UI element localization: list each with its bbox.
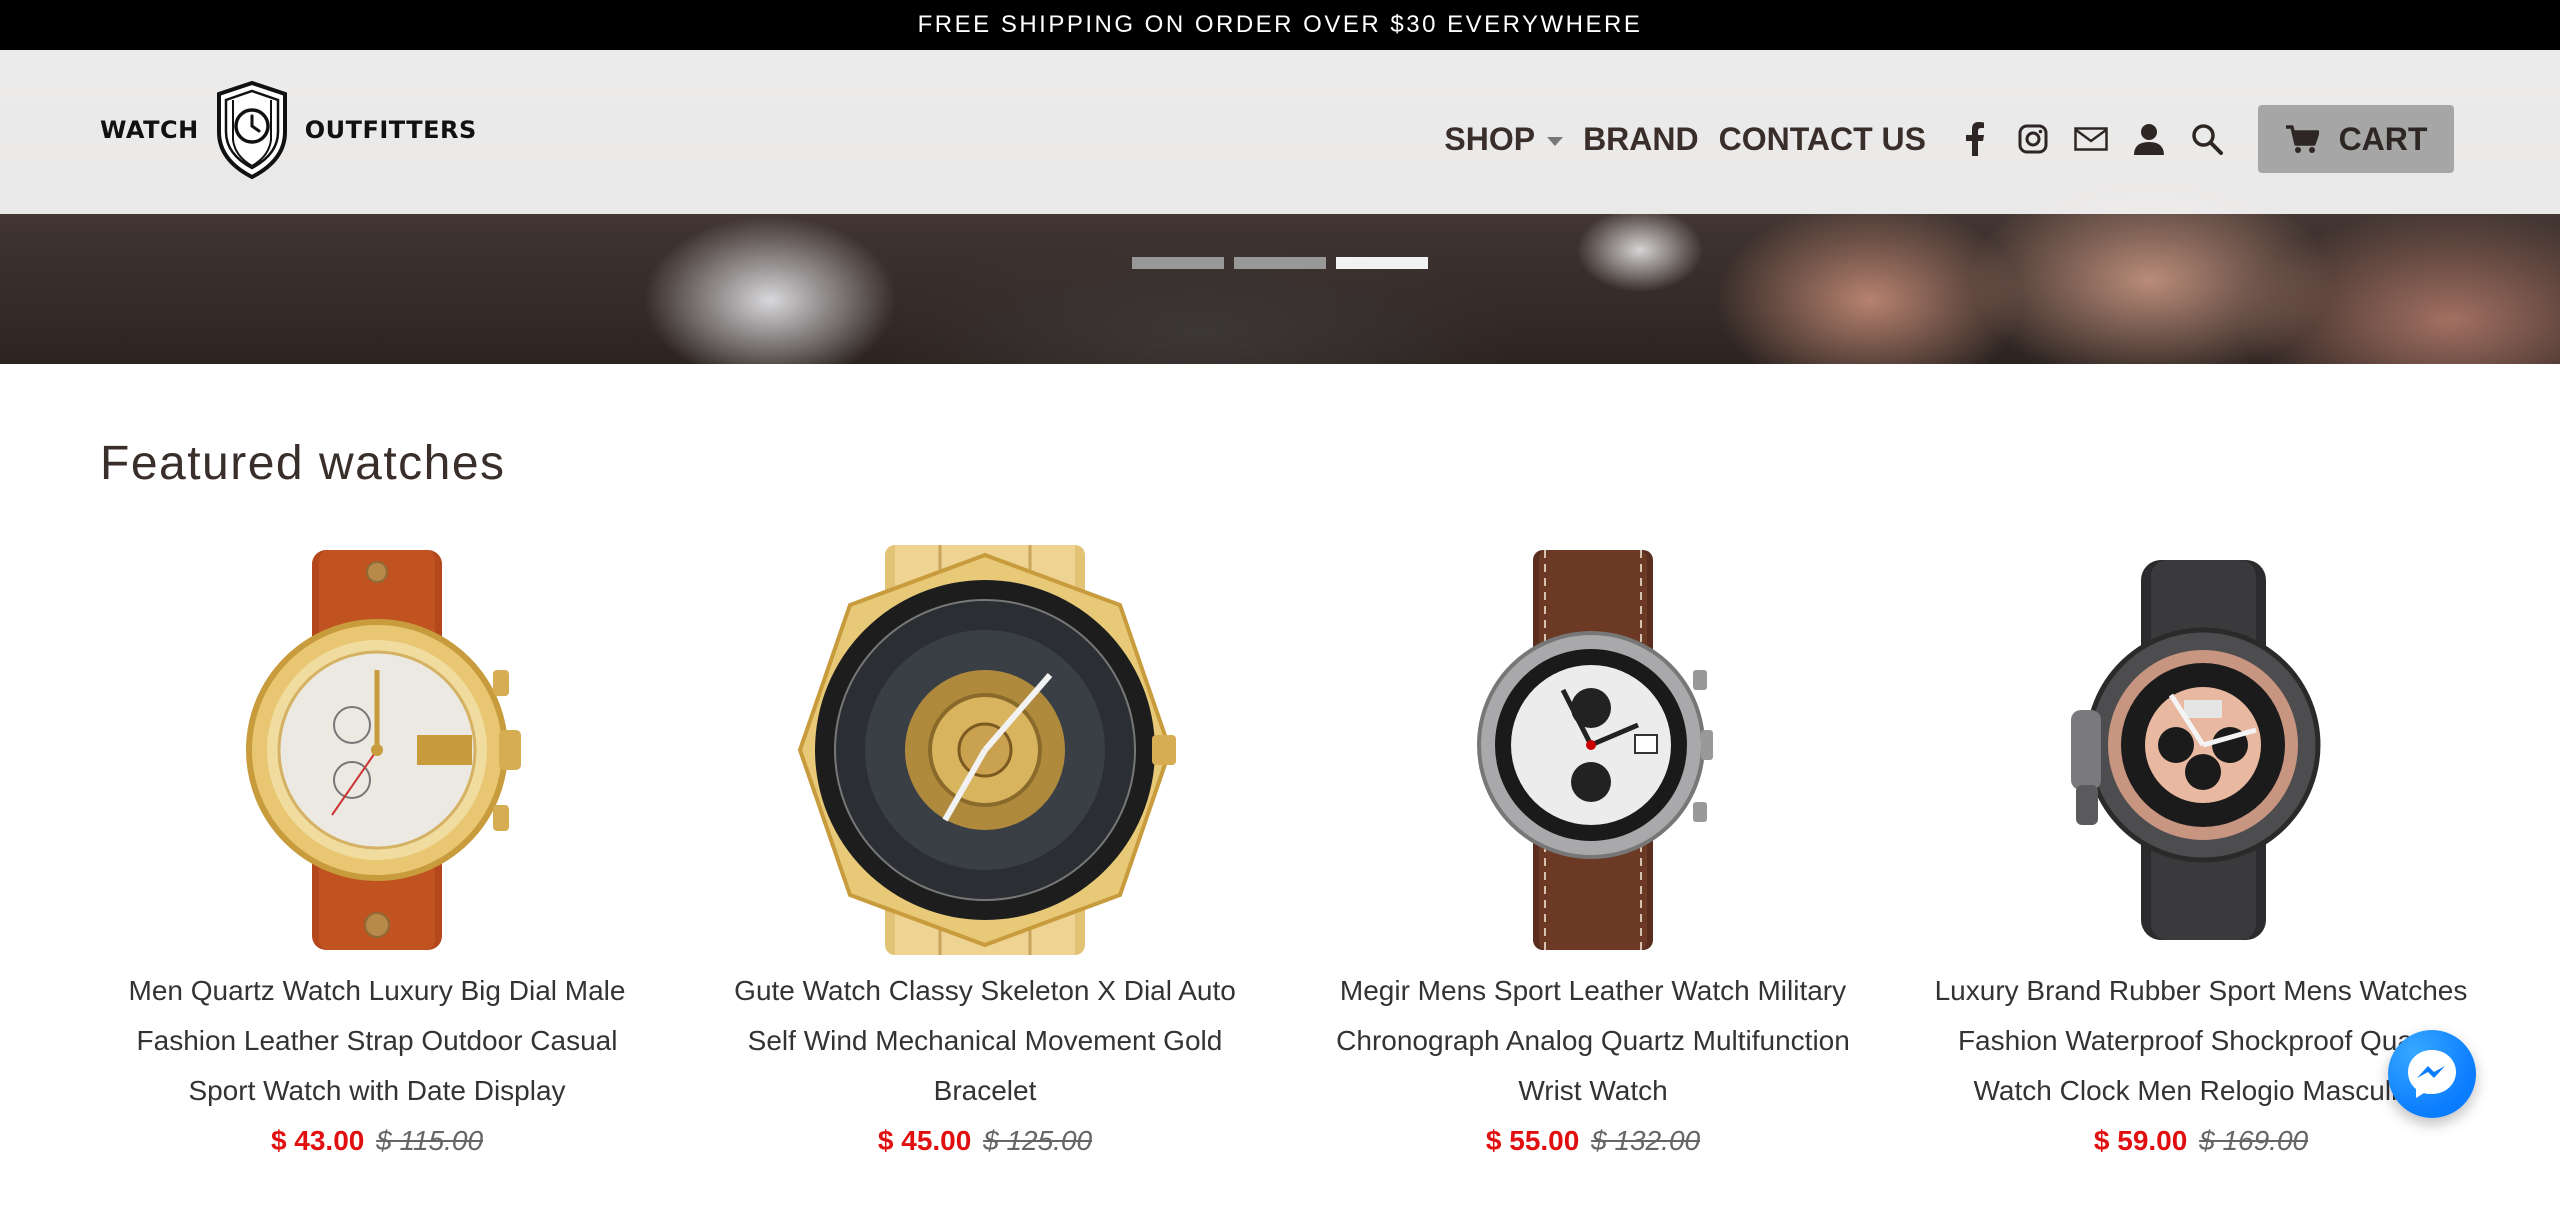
nav-contact[interactable]: CONTACT US <box>1719 121 1926 158</box>
product-image[interactable] <box>1316 540 1870 960</box>
product-price: $ 43.00 $ 115.00 <box>100 1116 654 1166</box>
product-price: $ 55.00 $ 132.00 <box>1316 1116 1870 1166</box>
product-image[interactable] <box>708 540 1262 960</box>
logo-right-text: OUTFITTERS <box>304 116 477 144</box>
nav-shop[interactable]: SHOP <box>1444 120 1564 158</box>
product-card[interactable]: Gute Watch Classy Skeleton X Dial Auto S… <box>708 540 1262 1166</box>
product-image[interactable] <box>1924 540 2478 960</box>
compare-price: $ 115.00 <box>376 1125 484 1156</box>
product-title[interactable]: Men Quartz Watch Luxury Big Dial Male Fa… <box>100 966 654 1116</box>
compare-price: $ 169.00 <box>2199 1125 2309 1156</box>
product-title[interactable]: Megir Mens Sport Leather Watch Military … <box>1316 966 1870 1116</box>
product-title[interactable]: Gute Watch Classy Skeleton X Dial Auto S… <box>708 966 1262 1116</box>
nav-brand[interactable]: BRAND <box>1583 121 1699 158</box>
cart-label: CART <box>2338 120 2428 157</box>
main-nav: SHOP BRAND CONTACT US CART <box>1444 105 2454 173</box>
logo-left-text: WATCH <box>100 116 199 144</box>
sale-price: $ 43.00 <box>270 1125 365 1156</box>
nav-shop-label: SHOP <box>1444 120 1536 157</box>
product-price: $ 45.00 $ 125.00 <box>708 1116 1262 1166</box>
nav-contact-label: CONTACT US <box>1718 120 1926 157</box>
nav-brand-label: BRAND <box>1583 120 1699 157</box>
site-header: WATCH OUTFITTERS SHOP BRAND CONTACT US C… <box>0 50 2560 214</box>
instagram-icon[interactable] <box>2014 120 2052 158</box>
announcement-text: FREE SHIPPING ON ORDER OVER $30 EVERYWHE… <box>917 11 1643 38</box>
product-image[interactable] <box>100 540 654 960</box>
cart-icon <box>2285 125 2319 153</box>
site-logo[interactable]: WATCH OUTFITTERS <box>100 80 477 180</box>
facebook-icon[interactable] <box>1956 120 1994 158</box>
sale-price: $ 45.00 <box>877 1125 972 1156</box>
messenger-chat-button[interactable] <box>2388 1030 2476 1118</box>
sale-price: $ 55.00 <box>1485 1125 1580 1156</box>
compare-price: $ 132.00 <box>1591 1125 1701 1156</box>
sale-price: $ 59.00 <box>2093 1125 2188 1156</box>
compare-price: $ 125.00 <box>983 1125 1093 1156</box>
search-icon[interactable] <box>2188 120 2226 158</box>
account-icon[interactable] <box>2130 120 2168 158</box>
slide-dot[interactable] <box>1234 257 1326 269</box>
announcement-bar: FREE SHIPPING ON ORDER OVER $30 EVERYWHE… <box>0 0 2560 50</box>
messenger-icon <box>2408 1050 2456 1098</box>
slide-dot-active[interactable] <box>1336 257 1428 269</box>
mail-icon[interactable] <box>2072 120 2110 158</box>
product-card[interactable]: Men Quartz Watch Luxury Big Dial Male Fa… <box>100 540 654 1166</box>
product-price: $ 59.00 $ 169.00 <box>1924 1116 2478 1166</box>
featured-title: Featured watches <box>100 437 506 490</box>
slider-dots <box>1132 257 1428 269</box>
logo-shield-icon <box>216 80 287 180</box>
chevron-down-icon <box>1547 136 1564 146</box>
product-grid: Men Quartz Watch Luxury Big Dial Male Fa… <box>100 540 2467 1166</box>
cart-button[interactable]: CART <box>2258 105 2454 173</box>
product-card[interactable]: Megir Mens Sport Leather Watch Military … <box>1316 540 1870 1166</box>
slide-dot[interactable] <box>1132 257 1224 269</box>
